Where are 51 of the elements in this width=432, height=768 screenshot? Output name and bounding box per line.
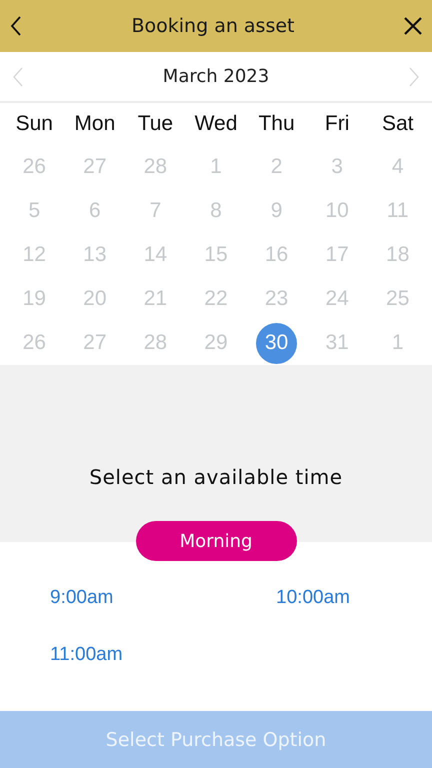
back-icon[interactable] bbox=[10, 16, 22, 36]
time-slot[interactable]: 10:00am bbox=[276, 587, 350, 609]
weekday-label: Sat bbox=[380, 111, 414, 137]
weekday-label: Mon bbox=[73, 111, 116, 137]
selected-date[interactable]: 30 bbox=[256, 322, 298, 364]
calendar-date: 26 bbox=[22, 154, 47, 180]
calendar-date: 10 bbox=[324, 198, 350, 224]
calendar-date: 22 bbox=[203, 286, 229, 312]
calendar-date: 18 bbox=[385, 242, 410, 268]
calendar-date: 25 bbox=[385, 286, 410, 312]
calendar-date: 20 bbox=[82, 286, 108, 312]
calendar-date: 28 bbox=[142, 154, 168, 180]
page-title: Booking an asset bbox=[131, 15, 294, 37]
time-slot[interactable]: 9:00am bbox=[50, 587, 114, 609]
calendar-date: 24 bbox=[324, 286, 350, 312]
weekday-label: Sun bbox=[14, 111, 54, 137]
calendar-date: 19 bbox=[22, 286, 47, 312]
calendar-date: 3 bbox=[330, 154, 344, 180]
calendar-date: 1 bbox=[209, 154, 223, 180]
calendar-date: 23 bbox=[264, 286, 290, 312]
calendar-date: 12 bbox=[22, 242, 47, 268]
calendar-date: 15 bbox=[203, 242, 229, 268]
period-label: Morning bbox=[136, 521, 296, 561]
time-slot[interactable]: 11:00am bbox=[50, 644, 123, 666]
weekday-label: Thu bbox=[257, 111, 296, 137]
calendar-date: 21 bbox=[142, 286, 168, 312]
calendar-date: 16 bbox=[264, 242, 290, 268]
calendar-date: 4 bbox=[390, 154, 405, 180]
calendar-date: 8 bbox=[209, 198, 223, 224]
calendar-date: 27 bbox=[82, 330, 108, 356]
calendar-date: 6 bbox=[88, 198, 102, 224]
calendar-date: 31 bbox=[324, 330, 350, 356]
calendar-date: 2 bbox=[270, 154, 284, 180]
weekday-label: Tue bbox=[136, 111, 174, 137]
weekday-label: Fri bbox=[324, 111, 350, 137]
calendar-date: 9 bbox=[270, 198, 284, 224]
calendar-date: 13 bbox=[82, 242, 108, 268]
close-icon[interactable] bbox=[404, 17, 422, 35]
calendar-date: 1 bbox=[390, 330, 405, 356]
calendar-date: 17 bbox=[324, 242, 350, 268]
calendar-date: 11 bbox=[386, 198, 410, 224]
calendar-date: 26 bbox=[22, 330, 47, 356]
weekday-label: Wed bbox=[194, 111, 238, 137]
calendar-date: 14 bbox=[142, 242, 168, 268]
calendar-date: 27 bbox=[82, 154, 108, 180]
calendar-date: 7 bbox=[148, 198, 162, 224]
calendar-date: 29 bbox=[203, 330, 229, 356]
calendar-date: 28 bbox=[142, 330, 168, 356]
calendar-date: 5 bbox=[27, 198, 42, 224]
month-label: March 2023 bbox=[162, 66, 270, 87]
time-prompt: Select an available time bbox=[89, 465, 343, 489]
